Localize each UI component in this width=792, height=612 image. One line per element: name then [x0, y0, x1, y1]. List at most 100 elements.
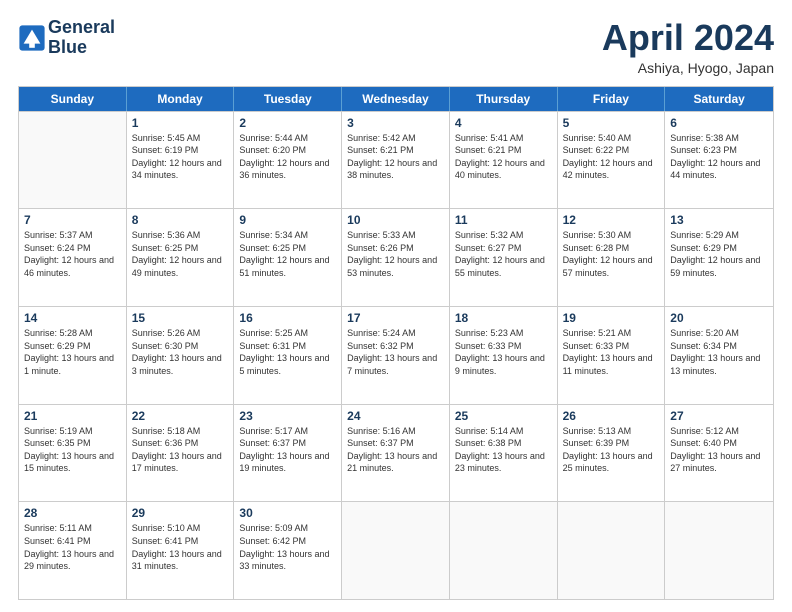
calendar-body: 1Sunrise: 5:45 AMSunset: 6:19 PMDaylight… — [19, 111, 773, 599]
day-info: Sunrise: 5:12 AMSunset: 6:40 PMDaylight:… — [670, 425, 768, 475]
day-number: 20 — [670, 311, 768, 325]
sunset-text: Sunset: 6:41 PM — [132, 535, 229, 548]
sunset-text: Sunset: 6:34 PM — [670, 340, 768, 353]
calendar: SundayMondayTuesdayWednesdayThursdayFrid… — [18, 86, 774, 600]
sunrise-text: Sunrise: 5:32 AM — [455, 229, 552, 242]
sunrise-text: Sunrise: 5:12 AM — [670, 425, 768, 438]
daylight-text: Daylight: 12 hours and 42 minutes. — [563, 157, 660, 182]
daylight-text: Daylight: 12 hours and 38 minutes. — [347, 157, 444, 182]
daylight-text: Daylight: 13 hours and 5 minutes. — [239, 352, 336, 377]
sunrise-text: Sunrise: 5:19 AM — [24, 425, 121, 438]
sunrise-text: Sunrise: 5:44 AM — [239, 132, 336, 145]
daylight-text: Daylight: 12 hours and 40 minutes. — [455, 157, 552, 182]
calendar-cell: 3Sunrise: 5:42 AMSunset: 6:21 PMDaylight… — [342, 112, 450, 209]
day-info: Sunrise: 5:36 AMSunset: 6:25 PMDaylight:… — [132, 229, 229, 279]
sunrise-text: Sunrise: 5:45 AM — [132, 132, 229, 145]
sunset-text: Sunset: 6:33 PM — [455, 340, 552, 353]
day-number: 23 — [239, 409, 336, 423]
day-number: 24 — [347, 409, 444, 423]
day-number: 11 — [455, 213, 552, 227]
calendar-cell: 4Sunrise: 5:41 AMSunset: 6:21 PMDaylight… — [450, 112, 558, 209]
calendar-row: 14Sunrise: 5:28 AMSunset: 6:29 PMDayligh… — [19, 306, 773, 404]
calendar-row: 7 Sunrise: 5:37 AMSunset: 6:24 PMDaylight… — [19, 208, 773, 306]
calendar-cell — [342, 502, 450, 599]
sunset-text: Sunset: 6:25 PM — [132, 242, 229, 255]
daylight-text: Daylight: 13 hours and 31 minutes. — [132, 548, 229, 573]
day-number: 15 — [132, 311, 229, 325]
day-number: 18 — [455, 311, 552, 325]
calendar-cell — [665, 502, 773, 599]
sunset-text: Sunset: 6:36 PM — [132, 437, 229, 450]
sunrise-text: Sunrise: 5:10 AM — [132, 522, 229, 535]
day-info: Sunrise: 5:10 AMSunset: 6:41 PMDaylight:… — [132, 522, 229, 572]
daylight-text: Daylight: 13 hours and 11 minutes. — [563, 352, 660, 377]
calendar-cell: 28 Sunrise: 5:11 AMSunset: 6:41 PMDayligh… — [19, 502, 127, 599]
calendar-cell: 21Sunrise: 5:19 AMSunset: 6:35 PMDayligh… — [19, 405, 127, 502]
day-number: 26 — [563, 409, 660, 423]
day-info: Sunrise: 5:37 AMSunset: 6:24 PMDaylight:… — [24, 229, 121, 279]
calendar-cell: 2Sunrise: 5:44 AMSunset: 6:20 PMDaylight… — [234, 112, 342, 209]
sunset-text: Sunset: 6:32 PM — [347, 340, 444, 353]
day-number: 17 — [347, 311, 444, 325]
calendar-cell: 24Sunrise: 5:16 AMSunset: 6:37 PMDayligh… — [342, 405, 450, 502]
logo-line2: Blue — [48, 38, 115, 58]
calendar-cell: 8Sunrise: 5:36 AMSunset: 6:25 PMDaylight… — [127, 209, 235, 306]
weekday-header: Thursday — [450, 87, 558, 111]
sunrise-text: Sunrise: 5:30 AM — [563, 229, 660, 242]
day-number: 25 — [455, 409, 552, 423]
day-info: Sunrise: 5:28 AMSunset: 6:29 PMDaylight:… — [24, 327, 121, 377]
logo: General Blue — [18, 18, 115, 58]
sunrise-text: Sunrise: 5:21 AM — [563, 327, 660, 340]
logo-icon — [18, 24, 46, 52]
calendar-cell: 7 Sunrise: 5:37 AMSunset: 6:24 PMDaylight… — [19, 209, 127, 306]
day-number: 21 — [24, 409, 121, 423]
sunrise-text: Sunrise: 5:13 AM — [563, 425, 660, 438]
sunset-text: Sunset: 6:35 PM — [24, 437, 121, 450]
daylight-text: Daylight: 13 hours and 1 minute. — [24, 352, 121, 377]
daylight-text: Daylight: 12 hours and 55 minutes. — [455, 254, 552, 279]
day-info: Sunrise: 5:38 AMSunset: 6:23 PMDaylight:… — [670, 132, 768, 182]
day-number: 1 — [132, 116, 229, 130]
calendar-cell: 12Sunrise: 5:30 AMSunset: 6:28 PMDayligh… — [558, 209, 666, 306]
daylight-text: Daylight: 12 hours and 53 minutes. — [347, 254, 444, 279]
day-number: 19 — [563, 311, 660, 325]
sunset-text: Sunset: 6:19 PM — [132, 144, 229, 157]
sunset-text: Sunset: 6:39 PM — [563, 437, 660, 450]
sunset-text: Sunset: 6:40 PM — [670, 437, 768, 450]
sunrise-text: Sunrise: 5:11 AM — [24, 522, 121, 535]
location: Ashiya, Hyogo, Japan — [602, 60, 774, 76]
sunset-text: Sunset: 6:21 PM — [455, 144, 552, 157]
day-number: 7 — [24, 213, 121, 227]
daylight-text: Daylight: 13 hours and 23 minutes. — [455, 450, 552, 475]
sunrise-text: Sunrise: 5:24 AM — [347, 327, 444, 340]
day-number: 6 — [670, 116, 768, 130]
daylight-text: Daylight: 13 hours and 9 minutes. — [455, 352, 552, 377]
calendar-cell: 13Sunrise: 5:29 AMSunset: 6:29 PMDayligh… — [665, 209, 773, 306]
sunset-text: Sunset: 6:29 PM — [670, 242, 768, 255]
daylight-text: Daylight: 13 hours and 3 minutes. — [132, 352, 229, 377]
sunset-text: Sunset: 6:26 PM — [347, 242, 444, 255]
day-number: 28 — [24, 506, 121, 520]
sunset-text: Sunset: 6:27 PM — [455, 242, 552, 255]
calendar-cell: 30Sunrise: 5:09 AMSunset: 6:42 PMDayligh… — [234, 502, 342, 599]
daylight-text: Daylight: 12 hours and 34 minutes. — [132, 157, 229, 182]
daylight-text: Daylight: 12 hours and 49 minutes. — [132, 254, 229, 279]
sunrise-text: Sunrise: 5:28 AM — [24, 327, 121, 340]
title-block: April 2024 Ashiya, Hyogo, Japan — [602, 18, 774, 76]
day-info: Sunrise: 5:11 AMSunset: 6:41 PMDaylight:… — [24, 522, 121, 572]
day-number: 2 — [239, 116, 336, 130]
sunset-text: Sunset: 6:22 PM — [563, 144, 660, 157]
day-info: Sunrise: 5:14 AMSunset: 6:38 PMDaylight:… — [455, 425, 552, 475]
sunset-text: Sunset: 6:30 PM — [132, 340, 229, 353]
calendar-cell: 23Sunrise: 5:17 AMSunset: 6:37 PMDayligh… — [234, 405, 342, 502]
day-number: 3 — [347, 116, 444, 130]
sunset-text: Sunset: 6:42 PM — [239, 535, 336, 548]
day-number: 13 — [670, 213, 768, 227]
day-number: 10 — [347, 213, 444, 227]
daylight-text: Daylight: 13 hours and 17 minutes. — [132, 450, 229, 475]
sunset-text: Sunset: 6:23 PM — [670, 144, 768, 157]
day-info: Sunrise: 5:30 AMSunset: 6:28 PMDaylight:… — [563, 229, 660, 279]
sunrise-text: Sunrise: 5:37 AM — [24, 229, 121, 242]
sunrise-text: Sunrise: 5:17 AM — [239, 425, 336, 438]
calendar-cell: 1 Sunrise: 5:45 AMSunset: 6:19 PMDaylight… — [127, 112, 235, 209]
